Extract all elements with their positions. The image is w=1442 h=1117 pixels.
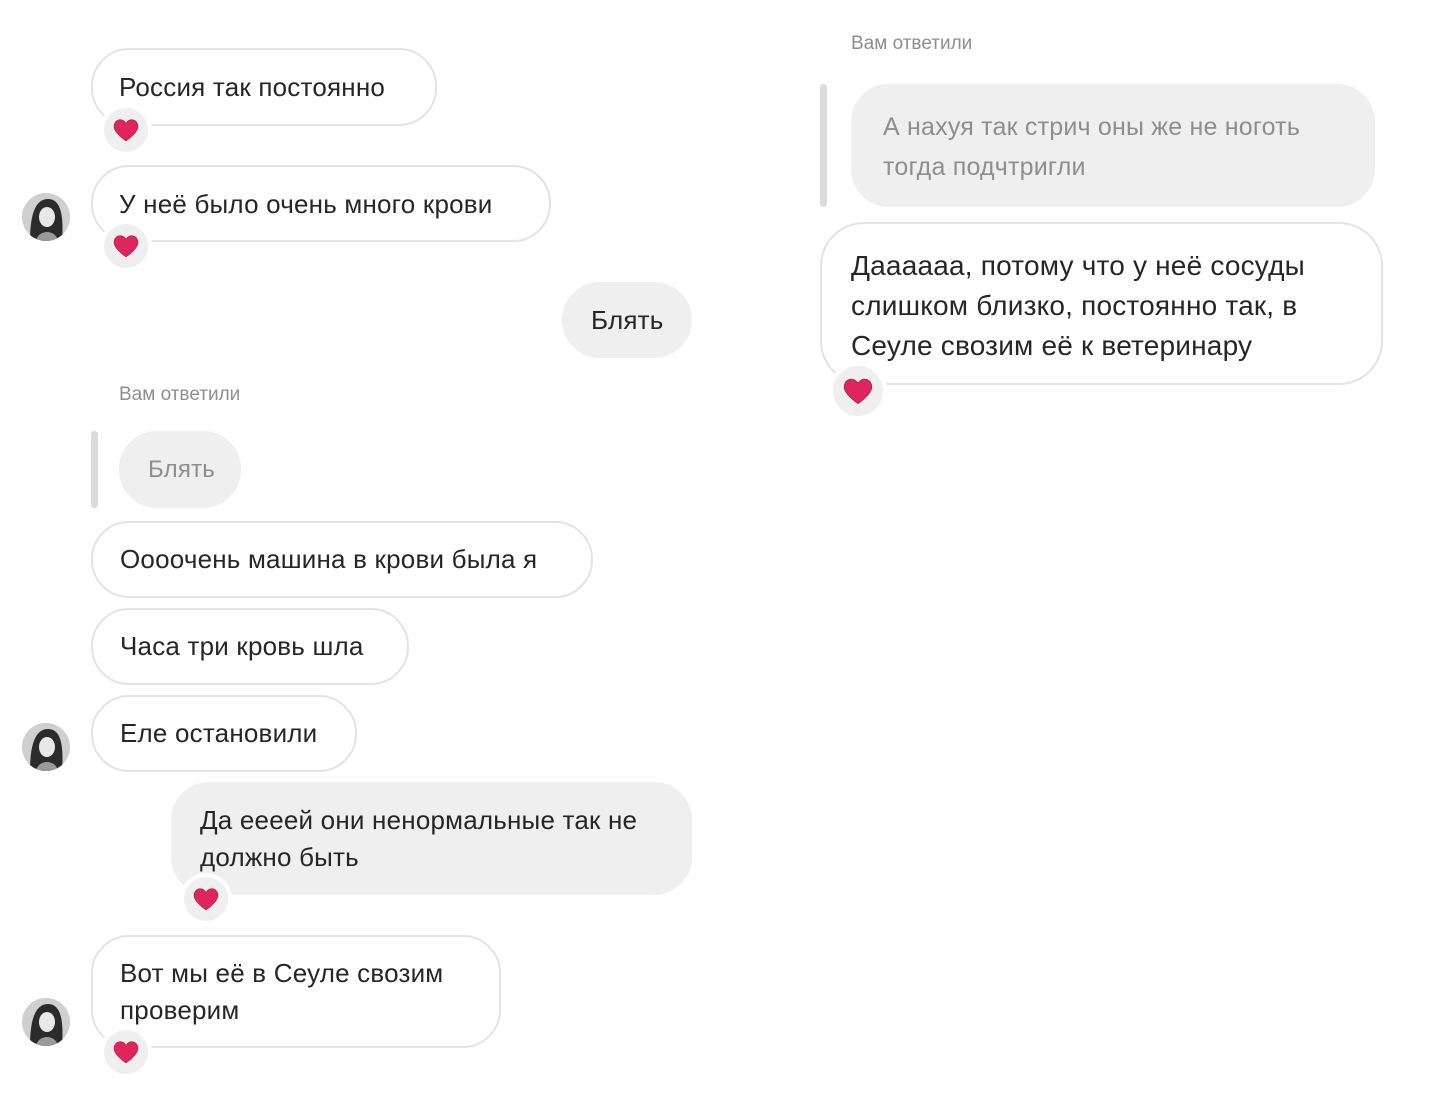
message-bubble-outgoing[interactable]: Блять bbox=[562, 282, 692, 358]
message-text: У неё было очень много крови bbox=[119, 189, 493, 219]
reply-label: Вам ответили bbox=[119, 384, 241, 405]
message-bubble-incoming[interactable]: У неё было очень много крови bbox=[91, 165, 551, 242]
quote-bar bbox=[91, 431, 98, 508]
heart-icon bbox=[113, 119, 139, 142]
quoted-text-line: А нахуя так стрич оны же не ноготь bbox=[883, 113, 1301, 141]
quoted-message[interactable]: Блять bbox=[119, 431, 241, 508]
quote-bar bbox=[820, 84, 827, 207]
message-text-line: должно быть bbox=[200, 842, 359, 872]
message-bubble-outgoing[interactable]: Да еееей они ненормальные так не должно … bbox=[171, 782, 692, 895]
message-text-line: Да еееей они ненормальные так не bbox=[200, 805, 638, 835]
user-avatar-icon bbox=[22, 723, 70, 771]
message-text: Блять bbox=[591, 305, 664, 335]
avatar[interactable] bbox=[22, 998, 70, 1046]
reaction-badge[interactable] bbox=[100, 220, 152, 272]
reaction-badge[interactable] bbox=[180, 873, 232, 925]
message-bubble-incoming[interactable]: Даааааа, потому что у неё сосуды слишком… bbox=[820, 222, 1383, 385]
message-bubble-incoming[interactable]: Вот мы её в Сеуле свозим проверим bbox=[91, 935, 501, 1048]
heart-icon bbox=[193, 888, 219, 911]
message-bubble-incoming[interactable]: Часа три кровь шла bbox=[91, 608, 409, 685]
reaction-badge[interactable] bbox=[100, 1026, 152, 1078]
reply-label: Вам ответили bbox=[851, 33, 973, 54]
reaction-badge[interactable] bbox=[100, 104, 152, 156]
message-text-line: Сеуле свозим её к ветеринару bbox=[851, 330, 1253, 361]
message-text: Россия так постоянно bbox=[119, 72, 386, 102]
message-bubble-incoming[interactable]: Оооочень машина в крови была я bbox=[91, 521, 593, 598]
message-text-line: слишком близко, постоянно так, в bbox=[851, 290, 1298, 321]
avatar[interactable] bbox=[22, 193, 70, 241]
message-bubble-incoming[interactable]: Еле остановили bbox=[91, 695, 357, 772]
reaction-badge[interactable] bbox=[829, 362, 887, 420]
message-text: Часа три кровь шла bbox=[120, 631, 364, 661]
user-avatar-icon bbox=[22, 193, 70, 241]
avatar[interactable] bbox=[22, 723, 70, 771]
message-text-line: проверим bbox=[120, 995, 240, 1025]
heart-icon bbox=[113, 1041, 139, 1064]
quoted-text: Блять bbox=[148, 456, 215, 483]
user-avatar-icon bbox=[22, 998, 70, 1046]
chat-screenshot: Россия так постоянно У неё было очень мн… bbox=[0, 0, 1442, 1117]
message-text-line: Даааааа, потому что у неё сосуды bbox=[851, 250, 1305, 281]
quoted-text-line: тогда подчтригли bbox=[883, 153, 1086, 181]
heart-icon bbox=[843, 378, 873, 404]
message-text: Оооочень машина в крови была я bbox=[120, 544, 538, 574]
message-text: Еле остановили bbox=[120, 718, 318, 748]
quoted-message[interactable]: А нахуя так стрич оны же не ноготь тогда… bbox=[851, 84, 1375, 207]
message-text-line: Вот мы её в Сеуле свозим bbox=[120, 958, 444, 988]
heart-icon bbox=[113, 235, 139, 258]
